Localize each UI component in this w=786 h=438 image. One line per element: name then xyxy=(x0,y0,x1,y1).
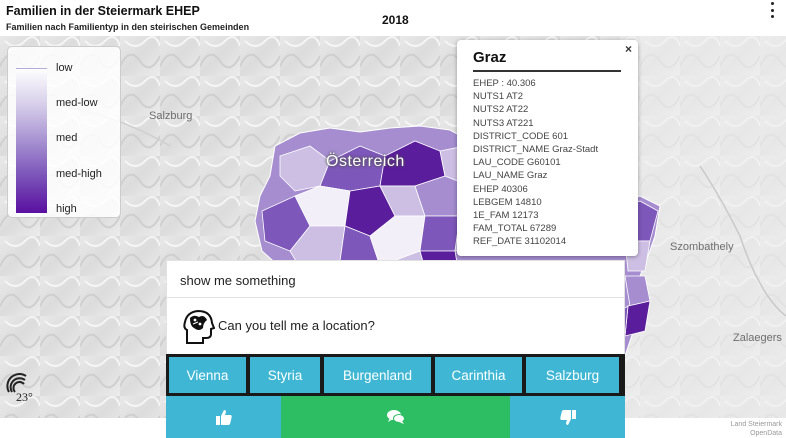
page-title: Familien in der Steiermark EHEP xyxy=(6,4,200,18)
year-label: 2018 xyxy=(382,13,409,27)
choice-burgenland-button[interactable]: Burgenland xyxy=(324,357,431,393)
robot-head-icon xyxy=(183,309,215,344)
feature-popup: × Graz EHEP : 40.306 NUTS1 AT2 NUTS2 AT2… xyxy=(457,40,638,256)
popup-row: NUTS1 AT2 xyxy=(473,91,523,103)
map-label-zalaegerszeg: Zalaegers xyxy=(733,332,782,344)
popup-row: REF_DATE 31102014 xyxy=(473,236,567,248)
legend-color-bar xyxy=(16,68,47,213)
popup-row: DISTRICT_CODE 601 xyxy=(473,130,569,142)
map-attribution: Land Steiermark OpenData xyxy=(731,420,782,438)
chatbot-panel: show me something Can you tell me a loca… xyxy=(166,260,625,438)
kebab-menu-icon[interactable] xyxy=(768,2,776,18)
map-label-salzburg: Salzburg xyxy=(149,110,193,122)
feedback-bar xyxy=(166,396,625,438)
legend-item-med-low: med-low xyxy=(56,97,98,109)
legend-tick xyxy=(16,68,47,69)
close-icon[interactable]: × xyxy=(625,42,632,56)
comment-button[interactable] xyxy=(281,396,510,438)
choice-salzburg-button[interactable]: Salzburg xyxy=(526,357,619,393)
choice-carinthia-button[interactable]: Carinthia xyxy=(435,357,522,393)
legend-item-low: low xyxy=(56,62,73,74)
like-button[interactable] xyxy=(166,396,281,438)
popup-row: NUTS3 AT221 xyxy=(473,117,534,129)
quick-replies: Vienna Styria Burgenland Carinthia Salzb… xyxy=(166,354,625,396)
popup-row: EHEP : 40.306 xyxy=(473,78,536,89)
comments-icon xyxy=(386,410,405,424)
map-legend: low med-low med med-high high xyxy=(7,46,121,218)
popup-attributes: EHEP : 40.306 NUTS1 AT2 NUTS2 AT22 NUTS3… xyxy=(473,77,633,249)
attribution-line: Land Steiermark xyxy=(730,421,782,428)
dislike-button[interactable] xyxy=(510,396,625,438)
popup-row: LAU_CODE G60101 xyxy=(473,157,561,169)
popup-divider xyxy=(473,70,621,72)
signal-logo-icon: 23° xyxy=(6,373,33,404)
choice-vienna-button[interactable]: Vienna xyxy=(169,357,246,393)
bot-message-row: Can you tell me a location? xyxy=(166,298,625,354)
map-label-szombathely: Szombathely xyxy=(670,241,734,253)
popup-row: FAM_TOTAL 67289 xyxy=(473,223,557,235)
popup-row: EHEP 40306 xyxy=(473,183,528,195)
logo-text: 23° xyxy=(16,390,33,402)
legend-item-med-high: med-high xyxy=(56,168,102,180)
legend-item-med: med xyxy=(56,132,78,144)
app-root: Familien in der Steiermark EHEP Familien… xyxy=(0,0,786,438)
popup-row: LEBGEM 14810 xyxy=(473,196,542,208)
map-label-austria: Österreich xyxy=(326,153,405,170)
popup-row: NUTS2 AT22 xyxy=(473,104,529,116)
legend-item-high: high xyxy=(56,203,77,215)
page-subtitle: Familien nach Familientyp in den steiris… xyxy=(6,22,250,32)
brand-logo: 23° xyxy=(6,370,38,404)
popup-row: LAU_NAME Graz xyxy=(473,170,548,182)
header: Familien in der Steiermark EHEP Familien… xyxy=(0,0,786,36)
popup-row: DISTRICT_NAME Graz-Stadt xyxy=(473,144,599,156)
bot-message: Can you tell me a location? xyxy=(218,318,375,333)
popup-row: 1E_FAM 12173 xyxy=(473,210,539,222)
user-message: show me something xyxy=(166,260,625,298)
attribution-line: OpenData xyxy=(750,430,782,437)
thumbs-down-icon xyxy=(559,409,576,425)
popup-title: Graz xyxy=(473,49,507,66)
choice-styria-button[interactable]: Styria xyxy=(250,357,320,393)
thumbs-up-icon xyxy=(215,409,232,425)
